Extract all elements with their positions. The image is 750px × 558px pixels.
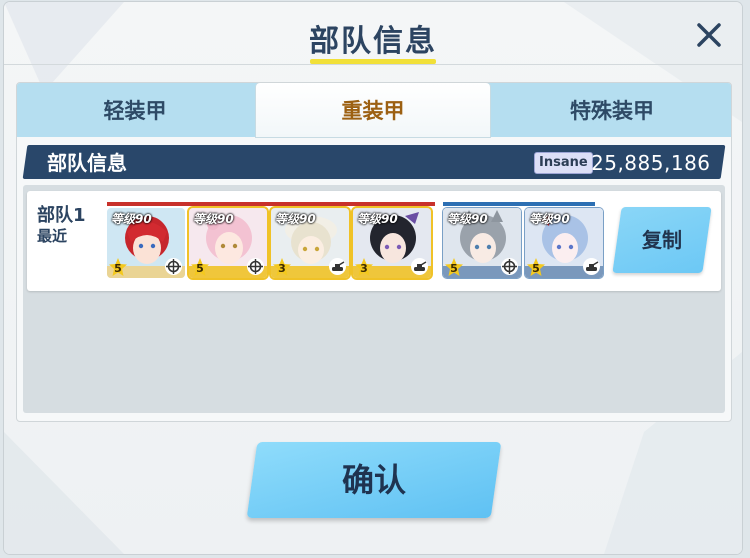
level-label: 等级90	[111, 212, 152, 226]
crosshair-icon	[165, 258, 182, 275]
level-label: 等级90	[529, 212, 570, 226]
level-label: 等级90	[193, 212, 234, 226]
tank-icon	[411, 258, 428, 275]
tab-special-armor[interactable]: 特殊装甲	[493, 83, 731, 137]
title-underline	[310, 59, 436, 64]
armor-tabs: 轻装甲 重装甲 特殊装甲	[17, 83, 731, 137]
striker-slot[interactable]: 等级90 3	[271, 208, 349, 278]
star-count: 5	[114, 262, 122, 275]
star-count: 3	[278, 262, 286, 275]
close-icon	[697, 23, 721, 47]
tab-heavy-armor[interactable]: 重装甲	[256, 83, 490, 137]
crosshair-icon	[247, 258, 264, 275]
copy-button[interactable]	[612, 207, 712, 273]
confirm-button[interactable]	[246, 442, 502, 518]
title-bar: 部队信息	[4, 2, 742, 65]
info-bar-label: 部队信息	[47, 151, 127, 175]
level-label: 等级90	[357, 212, 398, 226]
level-label: 等级90	[275, 212, 316, 226]
team-card: 部队1 最近 等级90 5 等级90 5 等级90 3 等级90 3 等级90 …	[27, 191, 721, 291]
star-count: 5	[450, 262, 458, 275]
striker-slot[interactable]: 等级90 3	[353, 208, 431, 278]
star-count: 3	[360, 262, 368, 275]
team-info-dialog: 部队信息 轻装甲 重装甲 特殊装甲 部队信息 Insane 25,885,186…	[4, 2, 742, 554]
team-panel: 轻装甲 重装甲 特殊装甲 部队信息 Insane 25,885,186 部队1 …	[16, 82, 732, 422]
tab-light-armor[interactable]: 轻装甲	[17, 83, 253, 137]
difficulty-badge: Insane	[534, 152, 593, 174]
special-group-bar	[443, 202, 595, 206]
close-button[interactable]	[690, 16, 728, 54]
striker-group-bar	[107, 202, 435, 206]
crosshair-icon	[501, 258, 518, 275]
tank-icon	[329, 258, 346, 275]
tank-icon	[583, 258, 600, 275]
star-count: 5	[532, 262, 540, 275]
striker-slot[interactable]: 等级90 5	[107, 208, 185, 278]
level-label: 等级90	[447, 212, 488, 226]
team-subtitle: 最近	[37, 227, 68, 245]
star-count: 5	[196, 262, 204, 275]
special-slot[interactable]: 等级90 5	[525, 208, 603, 278]
team-name: 部队1	[37, 205, 86, 226]
special-slot[interactable]: 等级90 5	[443, 208, 521, 278]
dialog-title: 部队信息	[309, 24, 437, 59]
striker-slot[interactable]: 等级90 5	[189, 208, 267, 278]
score-value: 25,885,186	[591, 151, 711, 175]
